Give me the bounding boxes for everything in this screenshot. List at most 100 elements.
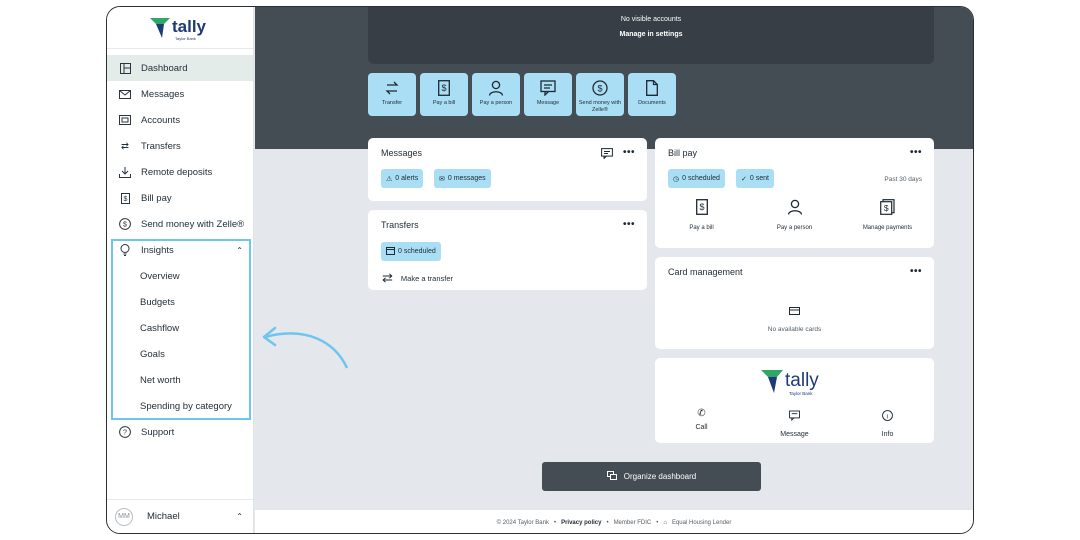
svg-text:$: $: [123, 222, 127, 229]
make-transfer-link[interactable]: ⇄ Make a transfer: [382, 270, 453, 286]
svg-text:$: $: [597, 84, 602, 94]
phone-icon: ✆: [697, 408, 706, 419]
sidebar-item-bill-pay[interactable]: $ Bill pay: [107, 185, 253, 211]
sidebar-item-label: Messages: [141, 88, 185, 100]
messages-chip[interactable]: ✉ 0 messages: [434, 169, 491, 188]
sent-chip[interactable]: ✓ 0 sent: [736, 169, 774, 188]
empty-cards: No available cards: [655, 302, 934, 333]
quick-actions: Transfer $ Pay a bill Pay a person Messa…: [368, 73, 676, 116]
clock-icon: ◷: [673, 175, 680, 183]
user-name: Michael: [147, 511, 180, 522]
brand-sub: Taylor Bank: [789, 391, 813, 396]
more-menu-icon[interactable]: •••: [623, 219, 635, 230]
calendar-icon: [386, 246, 395, 257]
warning-icon: ⚠: [386, 175, 393, 183]
call-action[interactable]: ✆ Call: [662, 408, 742, 438]
sidebar-item-label: Bill pay: [141, 192, 172, 204]
sidebar-item-label: Support: [141, 426, 175, 438]
action-label: Info: [881, 431, 894, 438]
bill-icon: $: [695, 199, 708, 220]
contact-card: tally Taylor Bank ✆ Call Message i Info: [655, 358, 934, 443]
credit-card-icon: [789, 302, 800, 320]
action-label: Pay a bill: [689, 225, 714, 231]
person-icon: [488, 79, 504, 97]
person-icon: [787, 199, 803, 220]
organize-label: Organize dashboard: [623, 472, 697, 481]
manage-settings-link[interactable]: Manage in settings: [368, 31, 934, 38]
card-title: Card management: [668, 267, 743, 277]
privacy-link[interactable]: Privacy policy: [561, 520, 601, 526]
quick-action-zelle[interactable]: $ Send money with Zelle®: [576, 73, 624, 116]
alerts-count: 0 alerts: [395, 175, 419, 182]
pay-person-action[interactable]: Pay a person: [755, 199, 835, 231]
sent-count: 0 sent: [749, 175, 769, 182]
svg-text:i: i: [887, 413, 888, 420]
sidebar-item-dashboard[interactable]: Dashboard: [107, 55, 253, 81]
sidebar-item-transfers[interactable]: ⇄ Transfers: [107, 133, 253, 159]
sidebar-item-accounts[interactable]: Accounts: [107, 107, 253, 133]
separator: •: [656, 519, 659, 526]
scheduled-chip[interactable]: ◷ 0 scheduled: [668, 169, 725, 188]
alerts-chip[interactable]: ⚠ 0 alerts: [381, 169, 424, 188]
quick-action-label: Message: [536, 100, 560, 106]
quick-action-pay-bill[interactable]: $ Pay a bill: [420, 73, 468, 116]
card-title: Bill pay: [668, 148, 698, 158]
chevron-up-icon[interactable]: ⌃: [236, 512, 243, 521]
organize-dashboard-button[interactable]: Organize dashboard: [542, 462, 761, 491]
sidebar-item-messages[interactable]: Messages: [107, 81, 253, 107]
fdic-text: Member FDIC: [613, 519, 652, 526]
billpay-card: Bill pay ••• ◷ 0 scheduled ✓ 0 sent Past…: [655, 138, 934, 248]
main-content: No visible accounts Manage in settings T…: [255, 7, 973, 533]
pay-bill-action[interactable]: $ Pay a bill: [662, 199, 742, 231]
mail-icon: [118, 87, 132, 101]
svg-text:$: $: [441, 83, 446, 93]
sidebar-item-support[interactable]: ? Support: [107, 419, 253, 445]
quick-action-label: Pay a person: [479, 100, 513, 106]
info-icon: i: [882, 408, 893, 426]
quick-action-documents[interactable]: Documents: [628, 73, 676, 116]
more-menu-icon[interactable]: •••: [910, 266, 922, 277]
sidebar-item-remote-deposits[interactable]: Remote deposits: [107, 159, 253, 185]
app-window: tally Taylor Bank Dashboard Messages Acc…: [106, 6, 974, 534]
no-cards-text: No available cards: [767, 326, 822, 333]
svg-text:$: $: [884, 203, 889, 213]
quick-action-pay-person[interactable]: Pay a person: [472, 73, 520, 116]
svg-text:$: $: [123, 196, 127, 203]
dollar-icon: $: [592, 79, 608, 97]
action-label: Manage payments: [862, 225, 913, 231]
manage-payments-action[interactable]: $ Manage payments: [848, 199, 928, 231]
transfers-card: Transfers ••• 0 scheduled ⇄ Make a trans…: [368, 210, 647, 290]
scheduled-count: 0 scheduled: [398, 248, 436, 255]
dashboard-icon: [118, 61, 132, 75]
message-icon: [789, 408, 800, 426]
quick-action-message[interactable]: Message: [524, 73, 572, 116]
info-action[interactable]: i Info: [848, 408, 928, 438]
document-icon: [646, 79, 658, 97]
housing-text: Equal Housing Lender: [671, 519, 732, 526]
more-menu-icon[interactable]: •••: [623, 147, 635, 158]
house-icon: ⌂: [663, 519, 667, 526]
compose-icon[interactable]: [601, 146, 613, 164]
footer: © 2024 Taylor Bank • Privacy policy • Me…: [255, 509, 973, 533]
quick-action-label: Documents: [638, 100, 666, 106]
messages-card: Messages ••• ⚠ 0 alerts ✉ 0 messages: [368, 138, 647, 201]
hero-header: No visible accounts Manage in settings T…: [255, 7, 973, 149]
sidebar-item-zelle[interactable]: $ Send money with Zelle®: [107, 211, 253, 237]
mail-icon: ✉: [439, 175, 445, 183]
transfer-icon: [385, 79, 399, 97]
brand-logo[interactable]: tally Taylor Bank: [107, 7, 253, 49]
contact-actions: ✆ Call Message i Info: [655, 408, 934, 438]
avatar: MM: [115, 507, 133, 526]
user-menu[interactable]: MM Michael ⌃: [107, 499, 253, 533]
accounts-icon: [118, 113, 132, 127]
message-icon: [540, 79, 556, 97]
message-action[interactable]: Message: [755, 408, 835, 438]
more-menu-icon[interactable]: •••: [910, 147, 922, 158]
scheduled-chip[interactable]: 0 scheduled: [381, 242, 441, 261]
accounts-banner: No visible accounts Manage in settings: [368, 7, 934, 64]
sidebar-item-label: Dashboard: [141, 62, 188, 74]
annotation-arrow: [262, 326, 349, 369]
help-icon: ?: [118, 425, 132, 439]
quick-action-transfer[interactable]: Transfer: [368, 73, 416, 116]
brand-sub: Taylor Bank: [175, 36, 196, 41]
